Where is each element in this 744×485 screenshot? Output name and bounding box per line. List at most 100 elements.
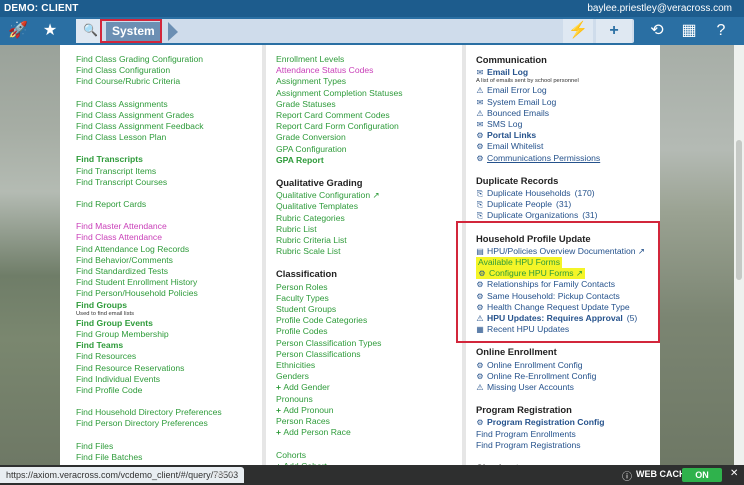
menu-link-email-whitelist[interactable]: ⚙ Email Whitelist [476,141,656,152]
add-button[interactable]: + [596,19,632,43]
menu-link-find-class-assignment-grades[interactable]: Find Class Assignment Grades [76,110,256,121]
star-icon[interactable]: ★ [40,21,60,41]
menu-link-attendance-status-codes[interactable]: Attendance Status Codes [276,65,456,76]
menu-link-rubric-categories[interactable]: Rubric Categories [276,213,456,224]
menu-link-find-report-cards[interactable]: Find Report Cards [76,199,256,210]
menu-link-enrollment-levels[interactable]: Enrollment Levels [276,54,456,65]
menu-link-qualitative-configuration[interactable]: Qualitative Configuration ↗ [276,190,456,201]
menu-link-find-profile-code[interactable]: Find Profile Code [76,385,256,396]
menu-link-online-re-enrollment-config[interactable]: ⚙ Online Re-Enrollment Config [476,371,656,382]
menu-link-online-enrollment-config[interactable]: ⚙ Online Enrollment Config [476,360,656,371]
menu-link-find-class-assignments[interactable]: Find Class Assignments [76,99,256,110]
menu-link-sms-log[interactable]: ✉ SMS Log [476,119,656,130]
breadcrumb-arrow [168,22,178,41]
scrollbar-thumb[interactable] [736,140,742,280]
menu-link-label: Genders [276,371,309,382]
menu-link-find-transcripts[interactable]: Find Transcripts [76,154,256,165]
menu-link-find-resource-reservations[interactable]: Find Resource Reservations [76,363,256,374]
menu-link-grade-statuses[interactable]: Grade Statuses [276,99,456,110]
menu-link-label: Qualitative Templates [276,201,359,212]
quick-action-button[interactable]: ⚡ [563,19,593,43]
menu-link-find-attendance-log-records[interactable]: Find Attendance Log Records [76,244,256,255]
menu-link-find-class-lesson-plan[interactable]: Find Class Lesson Plan [76,132,256,143]
menu-link-find-groups[interactable]: Find Groups [76,300,256,311]
menu-link-find-class-attendance[interactable]: Find Class Attendance [76,232,256,243]
menu-link-find-master-attendance[interactable]: Find Master Attendance [76,221,256,232]
menu-link-find-files[interactable]: Find Files [76,441,256,452]
rocket-icon[interactable]: 🚀 [8,21,28,41]
menu-link-rubric-list[interactable]: Rubric List [276,224,456,235]
menu-link-gpa-report[interactable]: GPA Report [276,155,456,166]
menu-link-add-person-race[interactable]: + Add Person Race [276,427,456,438]
dashboard-grid-icon[interactable]: ▦ [678,21,700,41]
history-icon[interactable]: ⟲ [646,21,668,41]
menu-link-missing-user-accounts[interactable]: ⚠ Missing User Accounts [476,382,656,393]
menu-link-label: Online Re-Enrollment Config [487,370,597,381]
menu-link-find-student-enrollment-history[interactable]: Find Student Enrollment History [76,277,256,288]
menu-link-find-group-membership[interactable]: Find Group Membership [76,329,256,340]
menu-link-find-teams[interactable]: Find Teams [76,340,256,351]
menu-link-rubric-criteria-list[interactable]: Rubric Criteria List [276,235,456,246]
menu-link-rubric-scale-list[interactable]: Rubric Scale List [276,246,456,257]
menu-link-system-email-log[interactable]: ✉ System Email Log [476,97,656,108]
menu-link-add-pronoun[interactable]: + Add Pronoun [276,405,456,416]
close-icon[interactable]: ✕ [730,468,738,479]
menu-link-find-household-directory-preferences[interactable]: Find Household Directory Preferences [76,407,256,418]
menu-link-cohorts[interactable]: Cohorts [276,450,456,461]
menu-item-icon: ✉ [476,68,484,78]
menu-link-bounced-emails[interactable]: ⚠ Bounced Emails [476,108,656,119]
web-cache-toggle[interactable]: ON [682,468,722,482]
menu-link-find-transcript-courses[interactable]: Find Transcript Courses [76,177,256,188]
menu-link-email-error-log[interactable]: ⚠ Email Error Log [476,85,656,96]
menu-link-person-roles[interactable]: Person Roles [276,282,456,293]
menu-link-genders[interactable]: Genders [276,371,456,382]
menu-link-label: Find Group Membership [76,329,169,340]
menu-link-find-course-rubric-criteria[interactable]: Find Course/Rubric Criteria [76,76,256,87]
user-email[interactable]: baylee.priestley@veracross.com [587,3,732,14]
menu-link-find-file-batches[interactable]: Find File Batches [76,452,256,463]
menu-link-find-individual-events[interactable]: Find Individual Events [76,374,256,385]
menu-link-find-standardized-tests[interactable]: Find Standardized Tests [76,266,256,277]
menu-link-label: Ethnicities [276,360,316,371]
menu-link-gpa-configuration[interactable]: GPA Configuration [276,144,456,155]
menu-link-program-registration-config[interactable]: ⚙ Program Registration Config [476,417,656,428]
menu-link-profile-code-categories[interactable]: Profile Code Categories [276,315,456,326]
menu-link-pronouns[interactable]: Pronouns [276,394,456,405]
menu-link-faculty-types[interactable]: Faculty Types [276,293,456,304]
menu-link-duplicate-households[interactable]: ⎘ Duplicate Households (170) [476,188,656,199]
menu-link-add-gender[interactable]: + Add Gender [276,382,456,393]
menu-link-report-card-comment-codes[interactable]: Report Card Comment Codes [276,110,456,121]
menu-link-find-class-assignment-feedback[interactable]: Find Class Assignment Feedback [76,121,256,132]
menu-link-find-class-grading-configuration[interactable]: Find Class Grading Configuration [76,54,256,65]
menu-link-find-program-registrations[interactable]: Find Program Registrations [476,440,656,451]
menu-link-assignment-types[interactable]: Assignment Types [276,76,456,87]
menu-link-label: Profile Codes [276,326,328,337]
menu-link-duplicate-organizations[interactable]: ⎘ Duplicate Organizations (31) [476,210,656,221]
menu-link-find-resources[interactable]: Find Resources [76,351,256,362]
menu-link-find-program-enrollments[interactable]: Find Program Enrollments [476,429,656,440]
help-icon[interactable]: ? [710,21,732,41]
menu-link-communications-permissions[interactable]: ⚙ Communications Permissions [476,153,656,164]
menu-link-student-groups[interactable]: Student Groups [276,304,456,315]
menu-link-profile-codes[interactable]: Profile Codes [276,326,456,337]
menu-link-person-races[interactable]: Person Races [276,416,456,427]
menu-link-qualitative-templates[interactable]: Qualitative Templates [276,201,456,212]
search-bar[interactable]: 🔍 System [76,19,634,43]
menu-link-find-group-events[interactable]: Find Group Events [76,318,256,329]
menu-link-find-transcript-items[interactable]: Find Transcript Items [76,166,256,177]
menu-link-ethnicities[interactable]: Ethnicities [276,360,456,371]
menu-link-find-person-household-policies[interactable]: Find Person/Household Policies [76,288,256,299]
menu-link-person-classification-types[interactable]: Person Classification Types [276,338,456,349]
menu-link-grade-conversion[interactable]: Grade Conversion [276,132,456,143]
section-header-program-registration: Program Registration [476,404,572,416]
menu-link-find-person-directory-preferences[interactable]: Find Person Directory Preferences [76,418,256,429]
menu-link-person-classifications[interactable]: Person Classifications [276,349,456,360]
menu-link-find-behavior-comments[interactable]: Find Behavior/Comments [76,255,256,266]
menu-link-assignment-completion-statuses[interactable]: Assignment Completion Statuses [276,88,456,99]
menu-link-duplicate-people[interactable]: ⎘ Duplicate People (31) [476,199,656,210]
menu-link-email-log[interactable]: ✉ Email Log [476,67,656,78]
menu-link-find-class-configuration[interactable]: Find Class Configuration [76,65,256,76]
menu-link-portal-links[interactable]: ⚙ Portal Links [476,130,656,141]
menu-link-report-card-form-configuration[interactable]: Report Card Form Configuration [276,121,456,132]
search-button[interactable]: 🔍 [76,19,102,43]
